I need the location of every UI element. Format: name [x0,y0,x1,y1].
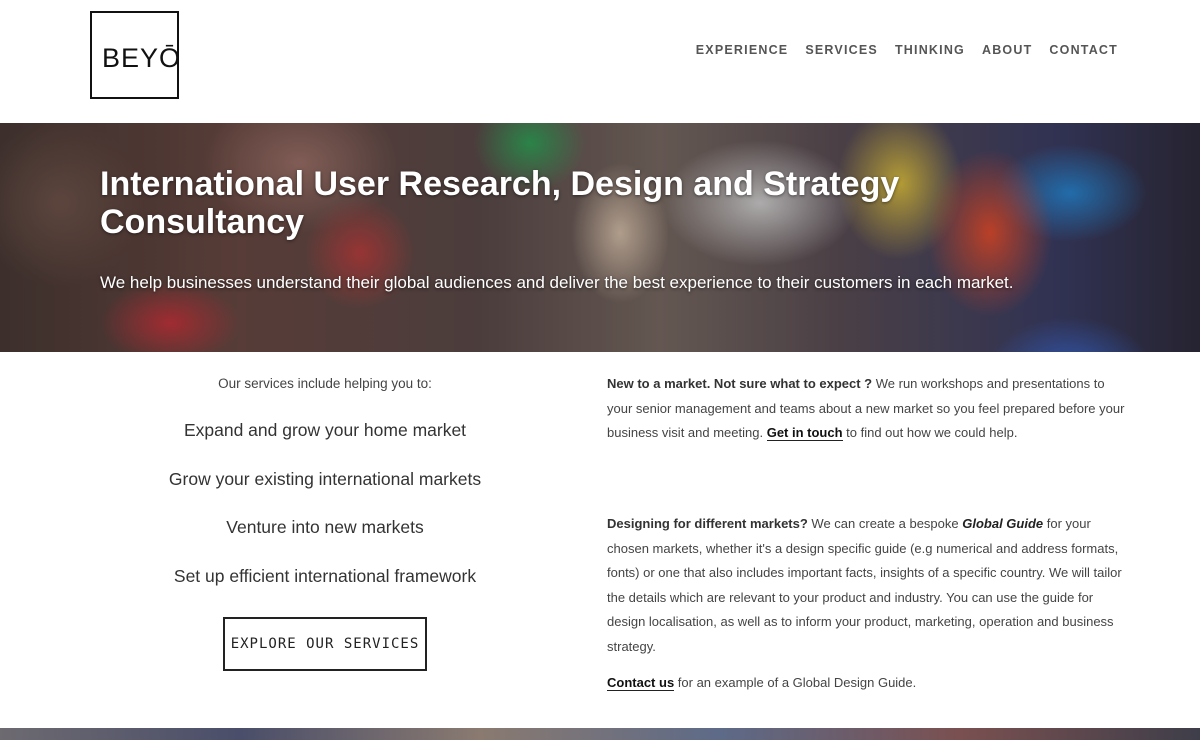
get-in-touch-link[interactable]: Get in touch [766,425,843,441]
paragraph-lead: New to a market. Not sure what to expect… [607,376,873,391]
logo-text: BEYŌ [102,43,182,73]
service-item: Expand and grow your home market [183,420,467,440]
nav-contact[interactable]: CONTACT [1049,43,1118,57]
site-header: BEYŌ EXPERIENCE SERVICES THINKING ABOUT … [0,0,1200,123]
global-guide-emphasis: Global Guide [962,516,1044,531]
global-guide-paragraph: Designing for different markets? We can … [607,512,1127,659]
nav-thinking[interactable]: THINKING [895,43,965,57]
paragraph-text: We can create a bespoke [807,516,963,531]
hero-title: International User Research, Design and … [100,165,900,241]
paragraph-tail: for an example of a Global Design Guide. [674,675,917,690]
service-item: Venture into new markets [226,517,424,537]
service-item: Set up efficient international framework [173,566,477,586]
nav-services[interactable]: SERVICES [805,43,878,57]
nav-about[interactable]: ABOUT [982,43,1032,57]
brand-logo[interactable]: BEYŌ [90,11,182,99]
contact-us-link[interactable]: Contact us [607,675,675,691]
next-section-image [0,728,1200,740]
nav-experience[interactable]: EXPERIENCE [696,43,789,57]
explore-services-button[interactable]: EXPLORE OUR SERVICES [223,617,427,671]
hero-subtitle: We help businesses understand their glob… [100,273,1014,292]
paragraph-lead: Designing for different markets? [607,516,808,531]
service-item: Grow your existing international markets [168,469,482,489]
services-intro: Our services include helping you to: [218,376,432,391]
hero-banner: International User Research, Design and … [0,123,1200,352]
paragraph-text: for your chosen markets, whether it's a … [607,516,1122,654]
contact-paragraph: Contact us for an example of a Global De… [607,671,1127,696]
main-nav: EXPERIENCE SERVICES THINKING ABOUT CONTA… [696,43,1118,57]
market-workshop-paragraph: New to a market. Not sure what to expect… [607,372,1127,446]
paragraph-tail: to find out how we could help. [842,425,1018,440]
